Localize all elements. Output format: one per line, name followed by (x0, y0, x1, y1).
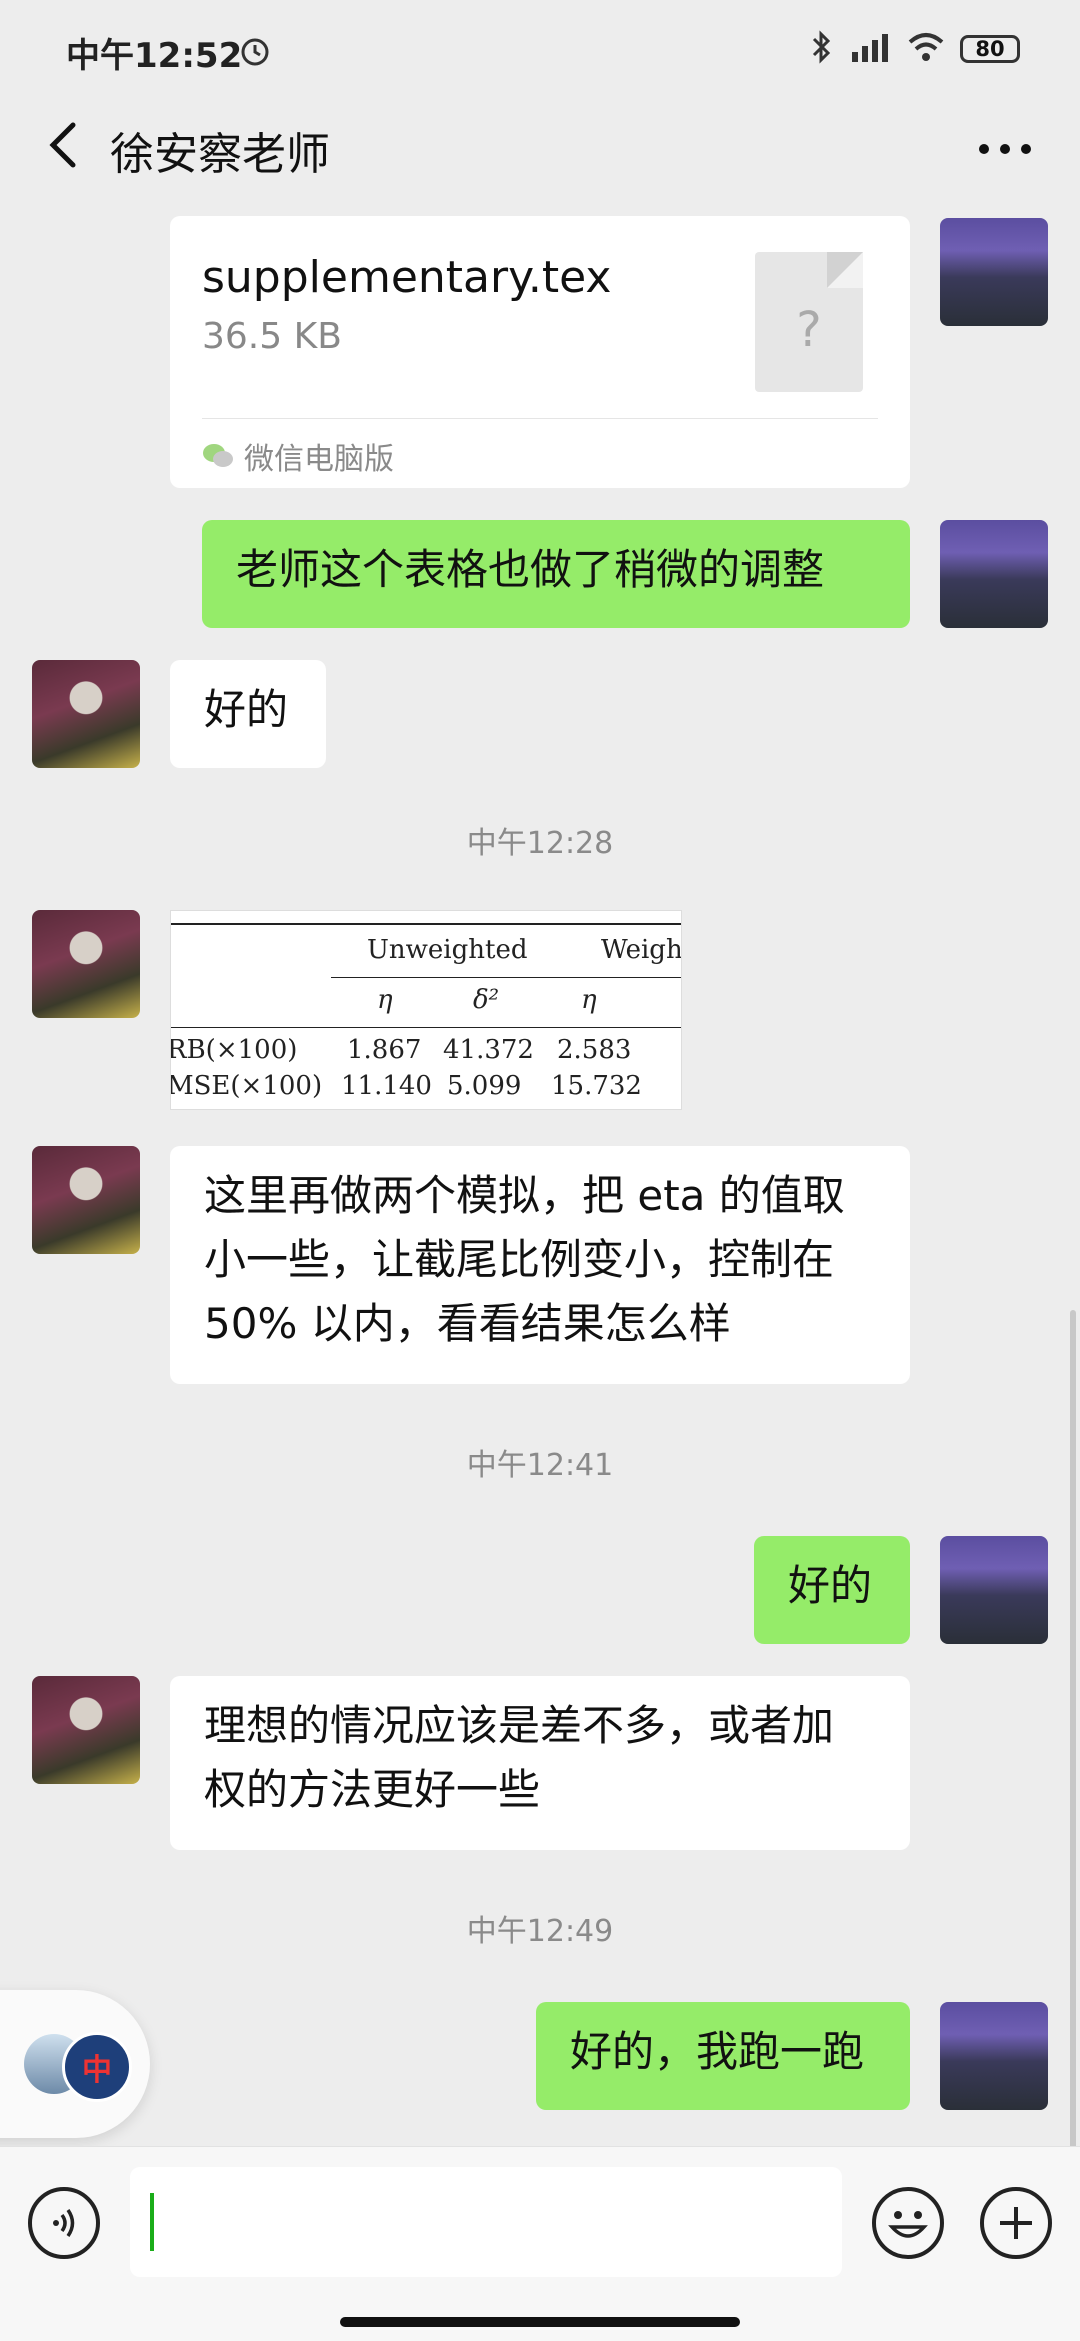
message-bubble-outgoing[interactable]: 老师这个表格也做了稍微的调整 (202, 520, 910, 628)
back-button[interactable] (28, 110, 98, 180)
teacher-avatar[interactable] (32, 1146, 140, 1254)
message-text-line: 权的方法更好一些 (204, 1765, 541, 1814)
table-subheader: η (377, 985, 393, 1015)
my-avatar[interactable] (940, 1536, 1048, 1644)
message-bubble-incoming[interactable]: 好的 (170, 660, 326, 768)
signal-icon (848, 30, 892, 68)
message-text: 好的 (788, 1561, 873, 1610)
more-actions-button[interactable] (980, 2187, 1052, 2259)
floating-app-badge: 中 (62, 2032, 132, 2102)
file-source: 微信电脑版 (202, 434, 394, 478)
table-cell: 5.099 (447, 1071, 522, 1101)
message-text-line: 理想的情况应该是差不多，或者加 (204, 1701, 835, 1750)
timestamp: 中午12:41 (466, 1448, 614, 1483)
chat-header: 徐安察老师 (0, 100, 1080, 210)
more-button[interactable] (970, 114, 1040, 184)
message-input[interactable] (130, 2167, 842, 2277)
my-avatar[interactable] (940, 520, 1048, 628)
home-indicator[interactable] (340, 2317, 740, 2327)
input-bar (0, 2146, 1080, 2341)
status-time: 中午12:52 (66, 36, 243, 76)
table-row-label: MSE(×100) (170, 1071, 323, 1101)
table-header: Weigh (601, 935, 682, 965)
my-avatar[interactable] (940, 218, 1048, 326)
message-text: 好的 (204, 685, 289, 734)
voice-button[interactable] (28, 2187, 100, 2259)
message-text: 好的，我跑一跑 (570, 2027, 865, 2076)
file-source-label: 微信电脑版 (244, 442, 394, 477)
alarm-icon (238, 34, 272, 72)
timestamp: 中午12:49 (466, 1914, 614, 1949)
teacher-avatar[interactable] (32, 910, 140, 1018)
wechat-icon (203, 444, 233, 467)
voice-icon (53, 2209, 75, 2237)
scrollbar[interactable] (1070, 1310, 1076, 2150)
more-dots-icon (979, 144, 1031, 154)
file-icon: ? (755, 252, 863, 392)
chevron-left-icon (49, 122, 76, 168)
status-bar: 中午12:52 80 (0, 0, 1080, 100)
file-message[interactable]: supplementary.tex 36.5 KB ? 微信电脑版 (170, 216, 910, 488)
my-avatar[interactable] (940, 2002, 1048, 2110)
message-bubble-outgoing[interactable]: 好的，我跑一跑 (536, 2002, 910, 2110)
file-size: 36.5 KB (202, 316, 342, 357)
message-bubble-incoming[interactable]: 这里再做两个模拟，把 eta 的值取 小一些，让截尾比例变小，控制在 50% 以… (170, 1146, 910, 1384)
message-text: 老师这个表格也做了稍微的调整 (236, 545, 825, 594)
table-subheader: δ² (473, 985, 500, 1015)
table-cell: 2.583 (557, 1035, 632, 1065)
table-subheader: η (581, 985, 597, 1015)
table-header: Unweighted (367, 935, 528, 965)
table-cell: 1.867 (347, 1035, 422, 1065)
message-text-line: 小一些，让截尾比例变小，控制在 (204, 1235, 835, 1284)
message-bubble-incoming[interactable]: 理想的情况应该是差不多，或者加 权的方法更好一些 (170, 1676, 910, 1850)
timestamp: 中午12:28 (466, 826, 614, 861)
message-text-line: 这里再做两个模拟，把 eta 的值取 (204, 1171, 845, 1220)
message-text-line: 50% 以内，看看结果怎么样 (204, 1299, 731, 1348)
floating-window-pill[interactable]: 中 (0, 1990, 150, 2138)
status-icons: 80 (810, 30, 1020, 68)
teacher-avatar[interactable] (32, 1676, 140, 1784)
text-caret (150, 2193, 154, 2251)
table-cell: 41.372 (443, 1035, 534, 1065)
chat-title: 徐安察老师 (110, 129, 330, 180)
table-row-label: RB(×100) (170, 1035, 298, 1065)
bluetooth-icon (810, 30, 834, 68)
emoji-icon (888, 2211, 928, 2238)
table-cell: 15.732 (551, 1071, 642, 1101)
wifi-icon (906, 30, 946, 68)
emoji-button[interactable] (872, 2187, 944, 2259)
battery-icon: 80 (960, 35, 1020, 63)
teacher-avatar[interactable] (32, 660, 140, 768)
plus-icon (1000, 2207, 1032, 2239)
table-cell: 11.140 (341, 1071, 432, 1101)
message-bubble-outgoing[interactable]: 好的 (754, 1536, 910, 1644)
divider (202, 418, 878, 419)
file-name: supplementary.tex (202, 252, 612, 303)
table-image-message[interactable]: Unweighted Weigh η δ² η RB(×100) 1.867 4… (170, 910, 682, 1110)
